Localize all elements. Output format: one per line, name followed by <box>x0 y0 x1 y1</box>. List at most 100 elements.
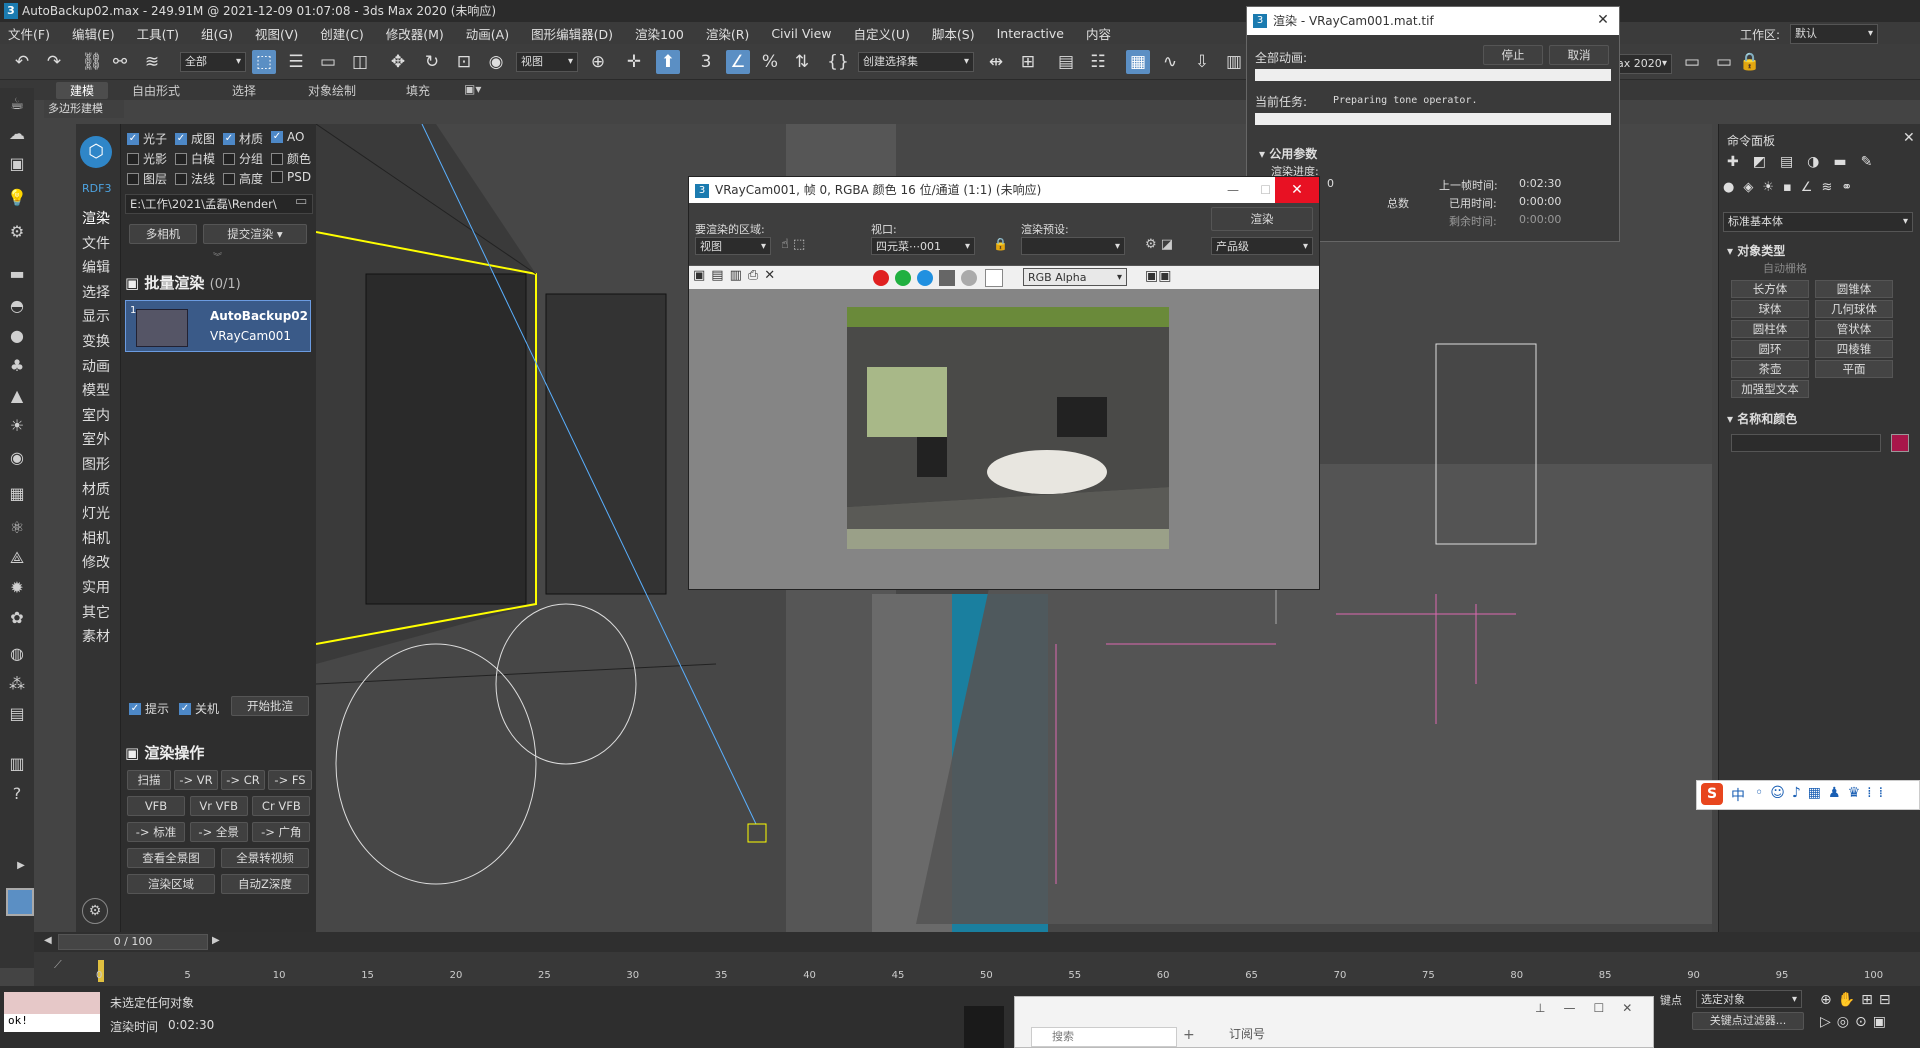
track-bar[interactable]: ⟋ 0 5 10 15 20 25 30 35 40 45 50 55 60 65 70 75 80 85 90 95… <box>34 952 1920 986</box>
plugin-nav-item-3[interactable]: 选择 <box>82 282 110 302</box>
primitive-button-6[interactable]: 圆环 <box>1731 340 1809 358</box>
render-setup-icon[interactable]: ⚙ ◪ <box>1145 237 1173 252</box>
ime-tool-icons[interactable]: ◦☺♪▦♟♛⁞⁞ <box>1755 785 1890 801</box>
plugin-nav-item-8[interactable]: 室内 <box>82 405 110 425</box>
plugin-nav-item-10[interactable]: 图形 <box>82 454 110 474</box>
option-checkbox-2-0[interactable]: 图层 <box>127 170 167 187</box>
time-slider[interactable]: ◀ 0 / 100 ▶ <box>34 932 1920 952</box>
object-name-field[interactable] <box>1731 434 1881 452</box>
cloud-icon[interactable]: ☁ <box>6 124 28 144</box>
alpha-channel-icon[interactable] <box>939 270 955 286</box>
render-op-button-3-0[interactable]: 查看全景图 <box>127 848 215 868</box>
maxscript-listener[interactable] <box>4 992 100 1014</box>
option-checkbox-1-2[interactable]: 分组 <box>223 150 263 167</box>
ribbon-tab-modeling[interactable]: 建模 <box>56 82 109 99</box>
workspace-dropdown[interactable]: 默认 <box>1790 24 1878 44</box>
align-icon[interactable]: ⊞ <box>1016 50 1040 74</box>
autogrid-checkbox[interactable]: 自动栅格 <box>1763 260 1807 276</box>
plugin-nav-item-5[interactable]: 变换 <box>82 331 110 351</box>
menu-item-7[interactable]: 动画(A) <box>466 24 509 43</box>
ball-icon[interactable]: ◉ <box>6 448 28 468</box>
vfb-file-icons[interactable]: ▣▤▥⎙✕ <box>693 268 781 283</box>
blue-channel-icon[interactable] <box>917 270 933 286</box>
menu-item-5[interactable]: 创建(C) <box>320 24 363 43</box>
clipboard-icon[interactable]: ▥ <box>6 754 28 774</box>
selection-filter-dropdown[interactable]: 全部 <box>180 52 246 72</box>
browse-folder-icon[interactable]: ▭ <box>295 194 307 209</box>
common-params-heading[interactable]: ▾ 公用参数 <box>1259 145 1317 162</box>
menu-item-8[interactable]: 图形编辑器(D) <box>531 24 613 43</box>
globe-icon[interactable]: ◍ <box>6 644 28 664</box>
plugin-nav-item-6[interactable]: 动画 <box>82 356 110 376</box>
option-checkbox-1-1[interactable]: 白模 <box>175 150 215 167</box>
rotate-icon[interactable]: ↻ <box>420 50 444 74</box>
option-checkbox-1-3[interactable]: 颜色 <box>271 150 311 167</box>
select-object-icon[interactable]: ⬚ <box>252 50 276 74</box>
viewport-layout-icon[interactable] <box>6 888 34 916</box>
sogou-logo-icon[interactable]: S <box>1701 783 1723 805</box>
close-icon[interactable]: ✕ <box>1587 7 1619 33</box>
plugin-nav-item-11[interactable]: 材质 <box>82 479 110 499</box>
menu-item-0[interactable]: 文件(F) <box>8 24 50 43</box>
pivot-center-icon[interactable]: ⊕ <box>586 50 610 74</box>
toggle-scene-explorer-icon[interactable]: ▤ <box>1054 50 1078 74</box>
plugin-nav-item-13[interactable]: 相机 <box>82 528 110 548</box>
dome-icon[interactable]: ◓ <box>6 296 28 316</box>
folder-icon[interactable]: ▭ <box>1680 50 1704 74</box>
menu-item-15[interactable]: 内容 <box>1086 24 1111 43</box>
settings-wheel-icon[interactable]: ✹ <box>6 578 28 598</box>
primitive-button-5[interactable]: 管状体 <box>1815 320 1893 338</box>
render-op-button-0-1[interactable]: -> VR <box>174 770 218 790</box>
plugin-nav-item-15[interactable]: 实用 <box>82 577 110 597</box>
layer-explorer-icon[interactable]: ☷ <box>1086 50 1110 74</box>
ribbon-tab-selection[interactable]: 选择 <box>232 82 256 99</box>
rect-selection-icon[interactable]: ▭ <box>316 50 340 74</box>
plant-icon[interactable]: ✿ <box>6 608 28 628</box>
primitive-button-9[interactable]: 平面 <box>1815 360 1893 378</box>
move-icon[interactable]: ✥ <box>386 50 410 74</box>
ribbon-polygon-modeling[interactable]: 多边形建模 <box>44 100 124 118</box>
box-icon[interactable]: ▬ <box>6 264 28 284</box>
option-checkbox-1-0[interactable]: 光影 <box>127 150 167 167</box>
add-icon[interactable]: + <box>1183 1027 1195 1043</box>
submit-render-button[interactable]: 提交渲染 ▾ <box>203 224 307 244</box>
menu-item-6[interactable]: 修改器(M) <box>386 24 444 43</box>
curve-icon[interactable]: ⟋ <box>54 958 62 972</box>
bind-spacewarp-icon[interactable]: ≋ <box>140 50 164 74</box>
scale-icon[interactable]: ⊡ <box>452 50 476 74</box>
sphere-icon[interactable]: ● <box>6 326 28 346</box>
close-icon[interactable]: ✕ <box>1903 130 1915 146</box>
multi-camera-button[interactable]: 多相机 <box>129 224 197 244</box>
plugin-nav-item-7[interactable]: 模型 <box>82 380 110 400</box>
plugin-nav-item-2[interactable]: 编辑 <box>82 257 110 277</box>
menu-item-13[interactable]: 脚本(S) <box>932 24 975 43</box>
start-batch-button[interactable]: 开始批渲 <box>231 696 309 716</box>
output-path-field[interactable]: E:\工作\2021\孟磊\Render\ <box>125 194 313 214</box>
time-next-icon[interactable]: ▶ <box>212 935 220 946</box>
menu-item-4[interactable]: 视图(V) <box>255 24 298 43</box>
render-op-button-2-1[interactable]: -> 全景 <box>189 822 248 842</box>
menu-item-11[interactable]: Civil View <box>771 26 831 41</box>
render-op-button-0-3[interactable]: -> FS <box>268 770 312 790</box>
hint-checkbox[interactable]: ✓ 提示 <box>129 700 169 717</box>
render-frame-icon[interactable]: ▣ <box>6 154 28 174</box>
link-icon[interactable]: ⛓ <box>80 50 104 74</box>
plugin-nav-item-17[interactable]: 素材 <box>82 626 110 646</box>
primitive-button-0[interactable]: 长方体 <box>1731 280 1809 298</box>
ribbon-tab-object-paint[interactable]: 对象绘制 <box>308 82 356 99</box>
teapot-icon[interactable]: ☕ <box>6 94 28 114</box>
menu-item-9[interactable]: 渲染100 <box>635 24 684 43</box>
redo-icon[interactable]: ↷ <box>42 50 66 74</box>
plugin-nav-item-1[interactable]: 文件 <box>82 233 110 253</box>
primitive-button-7[interactable]: 四棱锥 <box>1815 340 1893 358</box>
settings-icon[interactable]: ⚙ <box>82 898 108 924</box>
minimize-icon[interactable]: — <box>1227 177 1239 203</box>
popup-window-controls[interactable]: ⊥—☐✕ <box>1535 1001 1650 1015</box>
spinner-snap-icon[interactable]: ⇅ <box>790 50 814 74</box>
render-op-button-4-1[interactable]: 自动Z深度 <box>221 874 309 894</box>
primitive-button-1[interactable]: 圆锥体 <box>1815 280 1893 298</box>
ribbon-tab-freeform[interactable]: 自由形式 <box>132 82 180 99</box>
selection-set-dropdown[interactable]: 选定对象 <box>1696 990 1802 1009</box>
axis-icon[interactable]: ⟁ <box>6 548 28 568</box>
render-op-button-4-0[interactable]: 渲染区域 <box>127 874 215 894</box>
